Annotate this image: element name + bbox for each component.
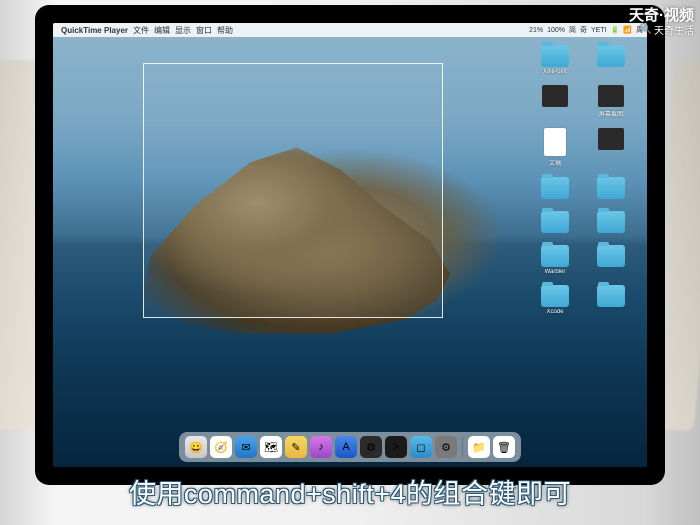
desktop-icon[interactable]: [587, 285, 635, 315]
desktop-icon[interactable]: XINPoint: [531, 45, 579, 75]
folder-icon: [597, 177, 625, 199]
folder-icon: [541, 177, 569, 199]
screenshot-selection-box[interactable]: [143, 63, 443, 318]
menu-help[interactable]: 帮助: [217, 25, 233, 36]
app-menu[interactable]: QuickTime Player: [61, 26, 128, 35]
image-icon: [542, 85, 568, 107]
desktop-icon[interactable]: Xcode: [531, 285, 579, 315]
dock-app[interactable]: 📁: [468, 436, 490, 458]
dock-app[interactable]: ✎: [285, 436, 307, 458]
menu-edit[interactable]: 编辑: [154, 25, 170, 36]
image-icon: [598, 128, 624, 150]
status-percent-2[interactable]: 100%: [547, 27, 565, 34]
status-icon[interactable]: 奇: [580, 25, 587, 35]
dock-app[interactable]: ⚙: [435, 436, 457, 458]
decor-book-left: [0, 60, 40, 430]
menu-window[interactable]: 窗口: [196, 25, 212, 36]
menu-view[interactable]: 显示: [175, 25, 191, 36]
desktop-icon-label: 文稿: [549, 158, 561, 167]
dock-app[interactable]: ⚙: [360, 436, 382, 458]
folder-icon: [597, 245, 625, 267]
search-icon: 🔍: [640, 24, 652, 35]
desktop-icon[interactable]: [531, 211, 579, 235]
folder-icon: [541, 211, 569, 233]
desktop-icon[interactable]: [587, 177, 635, 201]
screen: QuickTime Player 文件 编辑 显示 窗口 帮助 21% 100%…: [53, 23, 647, 467]
desktop-icon-label: Xcode: [546, 309, 563, 315]
dock-app[interactable]: >: [385, 436, 407, 458]
dock: 😀🧭✉🗺✎♪A⚙>◻⚙📁🗑: [179, 432, 521, 462]
folder-icon: [597, 285, 625, 307]
watermark-sub-text: 天奇生活: [654, 22, 694, 37]
file-icon: [544, 128, 566, 156]
status-text[interactable]: YETI: [591, 27, 607, 34]
desktop-icon[interactable]: [531, 85, 579, 118]
folder-icon: [541, 285, 569, 307]
desktop-icon[interactable]: [587, 128, 635, 167]
menu-file[interactable]: 文件: [133, 25, 149, 36]
desktop-icon-label: Warbler: [545, 269, 566, 275]
dock-app[interactable]: ✉: [235, 436, 257, 458]
folder-icon: [541, 45, 569, 67]
dock-app[interactable]: 🗺: [260, 436, 282, 458]
desktop-icon[interactable]: [587, 45, 635, 75]
dock-app[interactable]: 🧭: [210, 436, 232, 458]
desktop-icon[interactable]: [587, 245, 635, 275]
folder-icon: [597, 211, 625, 233]
status-percent-1[interactable]: 21%: [529, 27, 543, 34]
watermark-sub: 🔍 天奇生活: [640, 22, 694, 37]
subtitle-caption: 使用command+shift+4的组合键即可: [0, 472, 700, 511]
dock-app[interactable]: ♪: [310, 436, 332, 458]
folder-icon: [597, 45, 625, 67]
dock-app[interactable]: 😀: [185, 436, 207, 458]
desktop-icon-label: 屏幕截图: [599, 109, 623, 118]
battery-icon[interactable]: 🔋: [611, 26, 620, 34]
desktop-icon[interactable]: Warbler: [531, 245, 579, 275]
desktop-icon-label: XINPoint: [543, 69, 567, 75]
status-input[interactable]: 简: [569, 25, 576, 35]
dock-app[interactable]: ◻: [410, 436, 432, 458]
desktop-icon[interactable]: [531, 177, 579, 201]
desktop-icons-area: XINPoint 屏幕截图文稿 Warbler Xcode: [531, 45, 641, 321]
menubar: QuickTime Player 文件 编辑 显示 窗口 帮助 21% 100%…: [53, 23, 647, 37]
dock-app[interactable]: A: [335, 436, 357, 458]
folder-icon: [541, 245, 569, 267]
dock-app[interactable]: 🗑: [493, 436, 515, 458]
desktop-icon[interactable]: 屏幕截图: [587, 85, 635, 118]
desktop-icon[interactable]: [587, 211, 635, 235]
imac-frame: QuickTime Player 文件 编辑 显示 窗口 帮助 21% 100%…: [35, 5, 665, 485]
dock-divider: [462, 437, 463, 457]
image-icon: [598, 85, 624, 107]
desktop-icon[interactable]: 文稿: [531, 128, 579, 167]
wifi-icon[interactable]: 📶: [623, 26, 632, 34]
